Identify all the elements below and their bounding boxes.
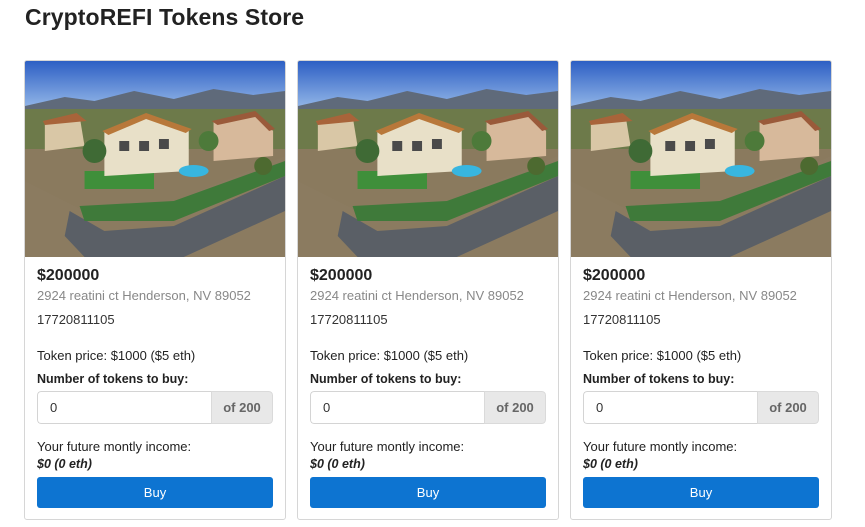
tokens-label: Number of tokens to buy: <box>37 372 189 386</box>
property-photo <box>25 61 285 257</box>
token-quantity-group: of 200 <box>310 391 546 424</box>
property-photo <box>571 61 831 257</box>
token-quantity-group: of 200 <box>583 391 819 424</box>
token-quantity-input[interactable] <box>310 391 484 424</box>
buy-button[interactable]: Buy <box>37 477 273 508</box>
address: 2924 reatini ct Henderson, NV 89052 <box>310 288 524 303</box>
buy-button[interactable]: Buy <box>583 477 819 508</box>
phone-number: 17720811105 <box>310 312 388 327</box>
income-value: $0 (0 eth) <box>37 457 92 471</box>
income-label: Your future montly income: <box>310 439 465 454</box>
token-total-addon: of 200 <box>757 391 819 424</box>
buy-button[interactable]: Buy <box>310 477 546 508</box>
token-quantity-group: of 200 <box>37 391 273 424</box>
token-price: Token price: $1000 ($5 eth) <box>310 348 469 363</box>
page-title: CryptoREFI Tokens Store <box>25 4 305 30</box>
income-value: $0 (0 eth) <box>583 457 638 471</box>
token-total-addon: of 200 <box>211 391 273 424</box>
property-card: $200000 2924 reatini ct Henderson, NV 89… <box>297 60 559 520</box>
property-photo <box>298 61 558 257</box>
income-value: $0 (0 eth) <box>310 457 365 471</box>
price: $200000 <box>310 267 373 284</box>
token-quantity-input[interactable] <box>583 391 757 424</box>
token-total-addon: of 200 <box>484 391 546 424</box>
phone-number: 17720811105 <box>37 312 115 327</box>
price: $200000 <box>37 267 100 284</box>
token-price: Token price: $1000 ($5 eth) <box>37 348 196 363</box>
token-price: Token price: $1000 ($5 eth) <box>583 348 742 363</box>
price: $200000 <box>583 267 646 284</box>
property-card: $200000 2924 reatini ct Henderson, NV 89… <box>570 60 832 520</box>
address: 2924 reatini ct Henderson, NV 89052 <box>37 288 251 303</box>
tokens-label: Number of tokens to buy: <box>583 372 735 386</box>
income-label: Your future montly income: <box>37 439 192 454</box>
token-quantity-input[interactable] <box>37 391 211 424</box>
property-card-list: $200000 2924 reatini ct Henderson, NV 89… <box>24 60 832 520</box>
income-label: Your future montly income: <box>583 439 738 454</box>
phone-number: 17720811105 <box>583 312 661 327</box>
property-card: $200000 2924 reatini ct Henderson, NV 89… <box>24 60 286 520</box>
address: 2924 reatini ct Henderson, NV 89052 <box>583 288 797 303</box>
tokens-label: Number of tokens to buy: <box>310 372 462 386</box>
